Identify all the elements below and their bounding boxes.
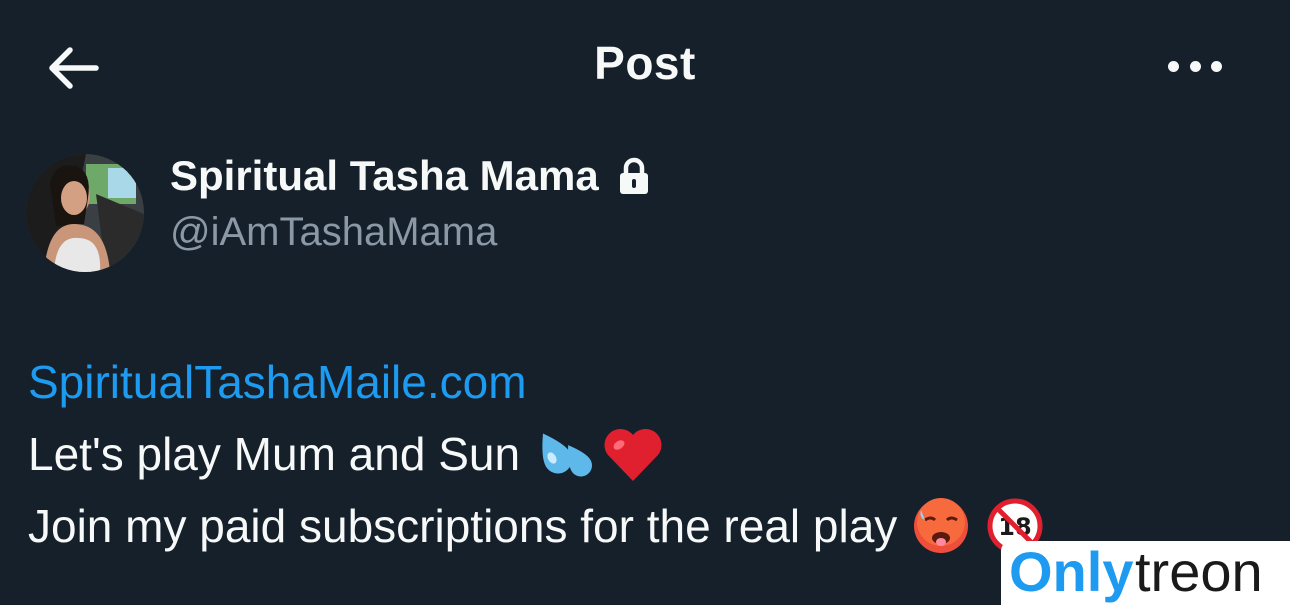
post-line-1: Let's play Mum and Sun	[28, 418, 1045, 490]
page-title: Post	[594, 37, 696, 89]
more-dot	[1168, 60, 1179, 72]
post-line-2-text: Join my paid subscriptions for the real …	[28, 500, 898, 552]
post-line-1-text: Let's play Mum and Sun	[28, 428, 521, 480]
onlytreon-logo: Only treon	[1009, 541, 1263, 603]
more-dot	[1189, 60, 1201, 72]
profile-avatar-image	[26, 154, 144, 272]
watermark-logo: Only treon	[1001, 541, 1290, 605]
lock-icon	[619, 157, 648, 194]
author-name-row[interactable]: Spiritual Tasha Mama	[170, 148, 651, 204]
red-heart-emoji	[604, 428, 662, 481]
avatar[interactable]	[26, 154, 144, 272]
more-options-button[interactable]	[1160, 46, 1230, 86]
top-app-bar: Post	[0, 0, 1290, 130]
sweat-droplets-emoji	[542, 433, 593, 477]
hot-face-emoji	[914, 498, 969, 553]
post-line-2: Join my paid subscriptions for the real …	[28, 490, 1045, 562]
author-handle[interactable]: @iAmTashaMama	[170, 210, 497, 255]
post-link[interactable]: SpiritualTashaMaile.com	[28, 346, 527, 418]
display-name: Spiritual Tasha Mama	[170, 152, 599, 199]
watermark-text-part1: Only	[1009, 541, 1133, 603]
more-dot	[1211, 60, 1222, 72]
post-body: SpiritualTashaMaile.com Let's play Mum a…	[28, 346, 1045, 562]
watermark-text-part2: treon	[1135, 541, 1263, 603]
